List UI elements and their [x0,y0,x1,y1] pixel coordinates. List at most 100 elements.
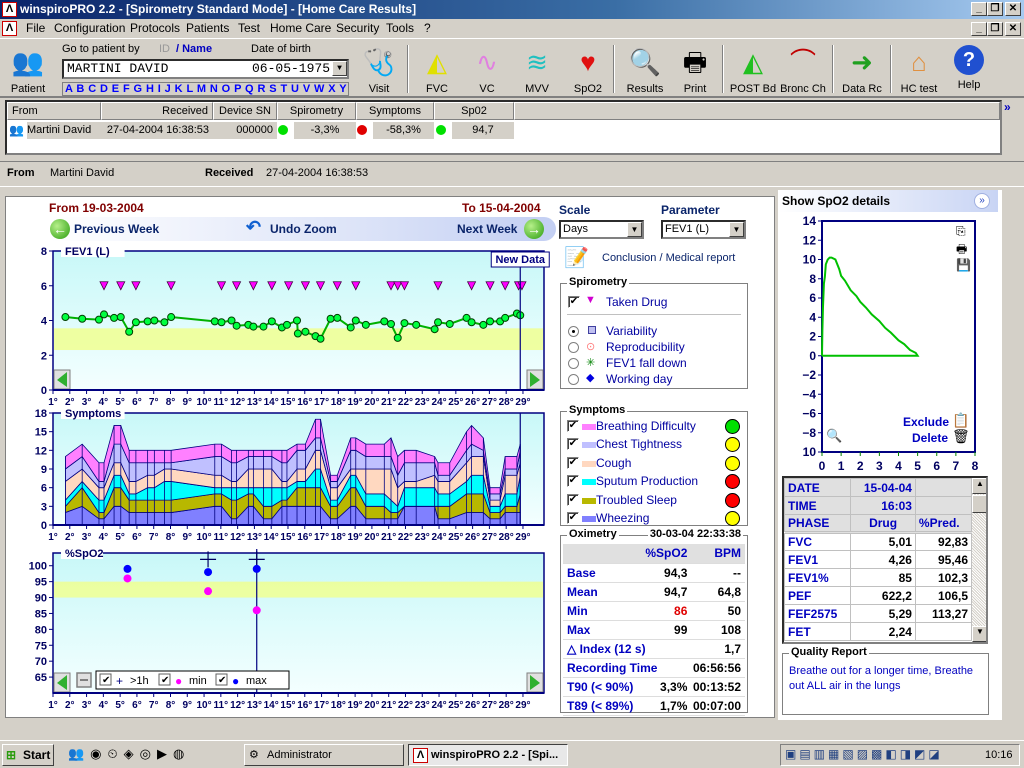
taskbar-item-administrator[interactable]: ⚙ Administrator [244,744,404,766]
start-button[interactable]: ⊞ Start [2,744,54,766]
scroll-up-icon[interactable]: ▲ [972,478,986,494]
symptom-legend-item[interactable]: ✔ Troubled Sleep [561,492,747,510]
symptom-status-icon [725,455,740,471]
column-header-device-sn[interactable]: Device SN [213,102,277,120]
x-tick-label: 17° [314,397,329,408]
symptom-legend-item[interactable]: ✔ Sputum Production [561,473,747,491]
delete-button[interactable]: Delete [912,431,948,445]
mvv-button[interactable]: ≋ MVV [510,43,564,97]
scroll-down-icon[interactable]: ▼ [972,626,986,642]
symptoms-chart[interactable]: 0369121518 Symptoms1° 2° 3° 4° 5° 6° 7° 8° 9° 10° 1… [6,409,561,545]
spo2-button[interactable]: ♥ SpO2 [561,43,615,97]
symptom-checkbox[interactable]: ✔ [567,420,579,432]
tray-icons[interactable]: ▣▤▥▦▧▨▩◧◨◩◪ [785,747,943,761]
conclusion-link[interactable]: 📝 Conclusion / Medical report [564,245,744,271]
scale-select[interactable]: Days ▼ [559,220,644,239]
data-rc-button[interactable]: ➜ Data Rc [835,43,889,97]
menu-patients[interactable]: Patients [186,21,229,35]
vc-button[interactable]: ∿ VC [460,43,514,97]
app-logo-icon[interactable]: Λ [2,21,17,36]
help-button[interactable]: ? Help [942,43,996,97]
menu-protocols[interactable]: Protocols [130,21,180,35]
zoom-in-icon[interactable]: 🔍 [826,428,842,444]
exclude-icon[interactable]: 📋 [952,412,969,429]
reproducibility-radio[interactable] [568,342,579,353]
menu-file[interactable]: File [26,21,45,35]
visit-button[interactable]: 🩺 Visit [352,43,406,97]
expand-icon[interactable]: » [974,193,990,209]
parameter-select[interactable]: FEV1 (L) ▼ [661,220,746,239]
collapse-icon[interactable]: » [1004,100,1011,114]
symptom-legend-item[interactable]: ✔ Cough [561,455,747,473]
working-day-radio[interactable] [568,374,579,385]
patient-select[interactable]: MARTINI DAVID 06-05-1975 ▼ [62,59,349,79]
menu-security[interactable]: Security [336,21,379,35]
scrollbar[interactable]: ▲ ▼ [972,478,986,642]
close-button[interactable]: ✕ [1005,2,1021,16]
restore-button[interactable]: ❐ [987,2,1003,16]
fev1-point [434,318,443,327]
hc-test-button[interactable]: ⌂ HC test [892,43,946,97]
column-header-from[interactable]: From [7,102,101,120]
menu-configuration[interactable]: Configuration [54,21,125,35]
copy-icon[interactable]: ⎘ [956,224,966,239]
menu-test[interactable]: Test [238,21,260,35]
exclude-button[interactable]: Exclude [903,415,949,429]
y-tick-label: 90 [35,593,47,605]
fev1-point [61,313,70,322]
quick-launch-icons[interactable]: 👥◉⏲◈◎▶◍ [68,746,190,762]
symptom-legend-item[interactable]: ✔ Wheezing [561,510,747,528]
x-tick-label: 8° [166,397,176,408]
y-tick-label: 4 [41,316,48,328]
next-week-button[interactable]: Next Week → [454,219,554,239]
column-header-received[interactable]: Received [101,102,213,120]
fev1-chart[interactable]: 0 2 4 6 8 FEV1 (L) New Data 1° 2° 3° 4° 5° 6° 7° 8° 9° 1… [6,241,561,409]
post-bd-button[interactable]: ◭ POST Bd [726,43,780,97]
x-tick-label: 2 [857,459,864,472]
bronc-ch-button[interactable]: ⌒ Bronc Ch [776,43,830,97]
x-tick-label: 10° [196,397,211,408]
minimize-button[interactable]: _ [971,2,987,16]
symptom-checkbox[interactable]: ✔ [567,512,579,524]
recycle-bin-icon[interactable]: 🗑 [952,428,970,445]
child-minimize-button[interactable]: _ [971,22,987,36]
undo-zoom-button[interactable]: ↶ Undo Zoom [246,217,346,239]
menu-home-care[interactable]: Home Care [270,21,331,35]
previous-week-button[interactable]: ← Previous Week [50,219,170,239]
patient-button[interactable]: 👥 Patient [2,43,54,97]
scroll-thumb[interactable] [972,495,986,513]
alphabet-index[interactable]: A B C D E F G H I J K L M N O P Q R S T … [62,82,349,96]
taskbar-item-winspiro[interactable]: Λ winspiroPRO 2.2 - [Spi... [408,744,568,766]
symptom-label: Sputum Production [596,474,699,489]
spo2-chart[interactable]: 65 70 75 80 85 90 95 100 %SpO2 ✔ + >1h ✔ ● min ✔ ● max 1° 2… [6,549,561,717]
variability-radio[interactable] [568,326,579,337]
search-by-name-toggle[interactable]: / Name [176,43,212,55]
symptom-checkbox[interactable]: ✔ [567,438,579,451]
child-restore-button[interactable]: ❐ [987,22,1003,36]
symptom-checkbox[interactable]: ✔ [567,475,579,488]
symptom-legend-item[interactable]: ✔ Breathing Difficulty [561,418,747,436]
x-tick-label: 3° [82,397,92,408]
column-header-spirometry[interactable]: Spirometry [277,102,356,120]
legend-label: max [246,675,267,687]
column-header-symptoms[interactable]: Symptoms [356,102,434,120]
search-by-id-toggle[interactable]: ID [159,43,170,55]
x-tick-label: 20° [364,700,379,711]
fev1-fall-down-radio[interactable] [568,358,579,369]
results-button[interactable]: 🔍 Results [618,43,672,97]
spo2-details-header[interactable]: Show SpO2 details » [778,190,998,212]
symptom-legend-item[interactable]: ✔ Chest Tightness [561,436,747,454]
fev1-point [167,313,176,322]
column-header-spo2[interactable]: Sp02 [434,102,514,120]
symptom-checkbox[interactable]: ✔ [567,456,579,469]
chevron-down-icon[interactable]: ▼ [332,61,347,76]
x-tick-label: 19° [348,532,363,543]
taken-drug-checkbox[interactable]: ✔ [568,296,580,308]
menu-tools[interactable]: Tools [386,21,414,35]
print-button[interactable]: 🖶 Print [668,43,722,97]
menu-help[interactable]: ? [424,21,431,35]
symptom-checkbox[interactable]: ✔ [567,493,579,506]
save-icon[interactable]: 💾 [956,258,971,272]
child-close-button[interactable]: ✕ [1005,22,1021,36]
fvc-button[interactable]: ◭ FVC [410,43,464,97]
